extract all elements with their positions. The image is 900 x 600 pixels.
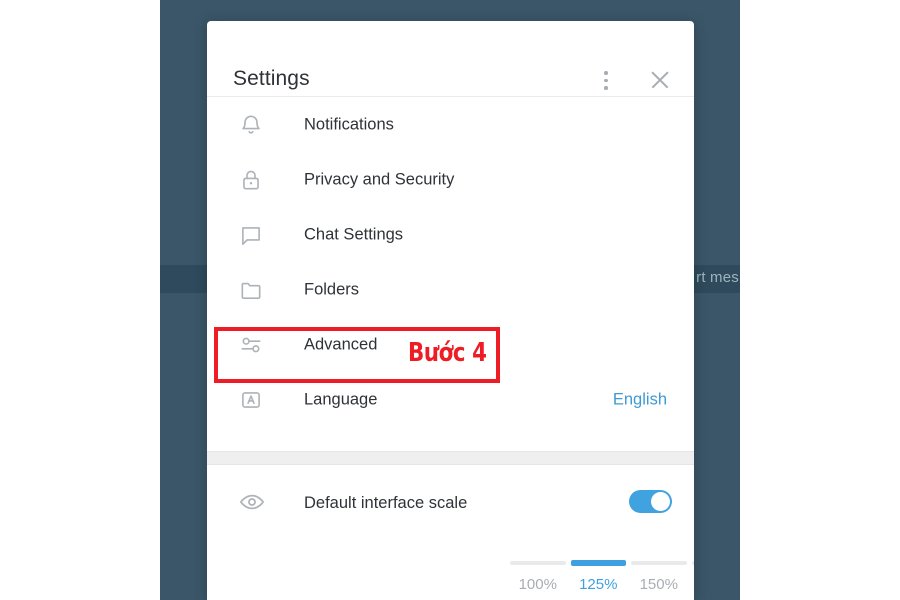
settings-item-language[interactable]: Language English (207, 372, 694, 427)
lock-icon (238, 167, 264, 193)
settings-menu: Notifications Privacy and Security Chat … (207, 97, 694, 427)
settings-item-label: Language (304, 390, 378, 408)
interface-scale-ticks: 100% 125% 150% 200% 250% 300% (510, 576, 694, 593)
settings-item-label: Folders (304, 280, 360, 298)
scale-segment[interactable] (570, 560, 626, 566)
interface-scale-slider[interactable] (510, 560, 694, 566)
more-dot (604, 78, 608, 82)
more-vertical-icon[interactable] (591, 66, 621, 96)
more-dot (604, 86, 608, 90)
scale-segment[interactable] (691, 561, 694, 565)
settings-item-privacy-and-security[interactable]: Privacy and Security (207, 152, 694, 207)
dialog-header: Settings (207, 21, 694, 97)
scale-tick[interactable]: 125% (571, 576, 627, 593)
interface-scale-label: Default interface scale (304, 494, 468, 512)
chat-bubble-icon (238, 222, 264, 248)
more-dot (604, 71, 608, 75)
settings-item-notifications[interactable]: Notifications (207, 97, 694, 152)
language-value[interactable]: English (613, 390, 667, 409)
scale-tick[interactable]: 150% (631, 576, 687, 593)
language-a-icon (238, 387, 264, 413)
interface-scale-section: Default interface scale 100% 125% 150% 2… (207, 476, 694, 593)
screenshot-root: rt mes Settings Notifications Privacy an… (0, 0, 900, 600)
scale-segment[interactable] (510, 561, 566, 565)
settings-item-chat-settings[interactable]: Chat Settings (207, 207, 694, 262)
settings-item-advanced[interactable]: Advanced (207, 317, 694, 372)
scale-tick[interactable]: 100% (510, 576, 566, 593)
settings-item-label: Privacy and Security (304, 170, 455, 188)
folder-icon (238, 277, 264, 303)
eye-icon (238, 488, 266, 516)
scale-tick[interactable]: 200% (692, 576, 695, 593)
close-icon[interactable] (645, 66, 675, 96)
interface-scale-toggle[interactable] (629, 490, 672, 513)
settings-dialog: Settings Notifications Privacy and Secur… (207, 21, 694, 600)
settings-item-label: Notifications (304, 115, 394, 133)
section-divider (207, 451, 694, 465)
toggle-knob (651, 492, 670, 511)
settings-item-label: Chat Settings (304, 225, 404, 243)
sliders-icon (238, 332, 264, 358)
interface-scale-header: Default interface scale (207, 476, 694, 526)
scale-segment[interactable] (631, 561, 687, 565)
settings-item-label: Advanced (304, 335, 378, 353)
bell-icon (238, 112, 264, 138)
page-title: Settings (233, 67, 310, 90)
settings-item-folders[interactable]: Folders (207, 262, 694, 317)
